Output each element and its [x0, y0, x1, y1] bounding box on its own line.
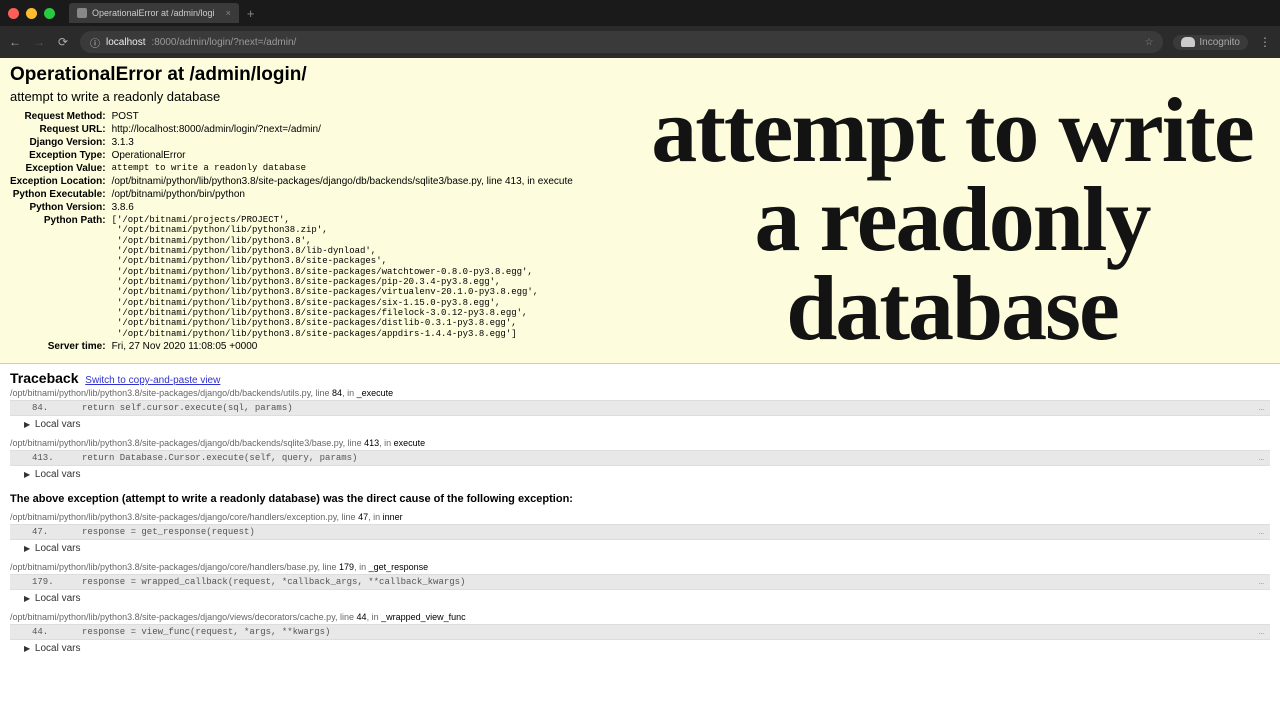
reload-icon[interactable]: ⟳ — [56, 35, 70, 49]
tab-title: OperationalError at /admin/logi — [92, 8, 215, 18]
minimize-icon[interactable] — [26, 8, 37, 19]
frame-location: /opt/bitnami/python/lib/python3.8/site-p… — [10, 386, 1270, 400]
summary-row-value: /opt/bitnami/python/lib/python3.8/site-p… — [112, 175, 573, 188]
summary-table: Request Method:POSTRequest URL:http://lo… — [10, 110, 573, 353]
summary-row-value: OperationalError — [112, 149, 573, 162]
summary-row-label: Server time: — [10, 340, 112, 353]
incognito-badge[interactable]: Incognito — [1173, 35, 1248, 50]
frame-location: /opt/bitnami/python/lib/python3.8/site-p… — [10, 610, 1270, 624]
summary-row-value: http://localhost:8000/admin/login/?next=… — [112, 123, 573, 136]
menu-icon[interactable]: ⋮ — [1258, 35, 1272, 49]
summary-row-label: Exception Value: — [10, 162, 112, 175]
summary-row-value: attempt to write a readonly database — [112, 162, 573, 175]
local-vars-toggle[interactable]: ▶ Local vars — [10, 416, 1270, 436]
summary-row-label: Django Version: — [10, 136, 112, 149]
frame-code-line[interactable]: 413.return Database.Cursor.execute(self,… — [10, 450, 1270, 466]
frame-location: /opt/bitnami/python/lib/python3.8/site-p… — [10, 510, 1270, 524]
summary-row-label: Exception Location: — [10, 175, 112, 188]
frame-location: /opt/bitnami/python/lib/python3.8/site-p… — [10, 560, 1270, 574]
frame-code-line[interactable]: 84.return self.cursor.execute(sql, param… — [10, 400, 1270, 416]
forward-icon[interactable]: → — [32, 35, 46, 49]
bookmark-icon[interactable]: ☆ — [1144, 37, 1153, 48]
traceback-heading: Traceback — [10, 370, 79, 386]
url-bar[interactable]: ⓘ localhost :8000/admin/login/?next=/admi… — [80, 31, 1163, 53]
close-icon[interactable] — [8, 8, 19, 19]
back-icon[interactable]: ← — [8, 35, 22, 49]
summary-row-value: /opt/bitnami/python/bin/python — [112, 188, 573, 201]
summary-row-label: Python Path: — [10, 214, 112, 340]
local-vars-toggle[interactable]: ▶ Local vars — [10, 590, 1270, 610]
maximize-icon[interactable] — [44, 8, 55, 19]
frame-location: /opt/bitnami/python/lib/python3.8/site-p… — [10, 436, 1270, 450]
summary-row-label: Python Executable: — [10, 188, 112, 201]
browser-toolbar: ← → ⟳ ⓘ localhost :8000/admin/login/?next… — [0, 26, 1280, 58]
local-vars-toggle[interactable]: ▶ Local vars — [10, 640, 1270, 660]
error-summary: OperationalError at /admin/login/ attemp… — [0, 58, 1280, 364]
summary-row-label: Python Version: — [10, 201, 112, 214]
frame-code-line[interactable]: 179.response = wrapped_callback(request,… — [10, 574, 1270, 590]
incognito-label: Incognito — [1199, 37, 1240, 48]
frame-code-line[interactable]: 44.response = view_func(request, *args, … — [10, 624, 1270, 640]
incognito-icon — [1181, 37, 1195, 47]
summary-row-label: Exception Type: — [10, 149, 112, 162]
browser-tab[interactable]: OperationalError at /admin/logi × — [69, 3, 239, 23]
new-tab-button[interactable]: + — [247, 6, 255, 21]
site-info-icon[interactable]: ⓘ — [90, 35, 100, 50]
traffic-lights — [8, 8, 55, 19]
exception-chain-text: The above exception (attempt to write a … — [10, 486, 1270, 510]
local-vars-toggle[interactable]: ▶ Local vars — [10, 540, 1270, 560]
favicon-icon — [77, 8, 87, 18]
frame-code-line[interactable]: 47.response = get_response(request)… — [10, 524, 1270, 540]
summary-row-value: ['/opt/bitnami/projects/PROJECT', '/opt/… — [112, 214, 573, 340]
summary-row-label: Request URL: — [10, 123, 112, 136]
summary-row-value: Fri, 27 Nov 2020 11:08:05 +0000 — [112, 340, 573, 353]
summary-row-value: 3.8.6 — [112, 201, 573, 214]
traceback-section: Traceback Switch to copy-and-paste view … — [0, 364, 1280, 660]
summary-row-value: 3.1.3 — [112, 136, 573, 149]
titlebar: OperationalError at /admin/logi × + — [0, 0, 1280, 26]
url-host: localhost — [106, 37, 145, 48]
local-vars-toggle[interactable]: ▶ Local vars — [10, 466, 1270, 486]
page-title: OperationalError at /admin/login/ — [10, 64, 1270, 86]
summary-row-label: Request Method: — [10, 110, 112, 123]
exception-subtitle: attempt to write a readonly database — [10, 89, 1270, 104]
summary-row-value: POST — [112, 110, 573, 123]
switch-view-link[interactable]: Switch to copy-and-paste view — [85, 375, 220, 386]
url-path: :8000/admin/login/?next=/admin/ — [151, 37, 296, 48]
tab-close-icon[interactable]: × — [226, 8, 231, 18]
